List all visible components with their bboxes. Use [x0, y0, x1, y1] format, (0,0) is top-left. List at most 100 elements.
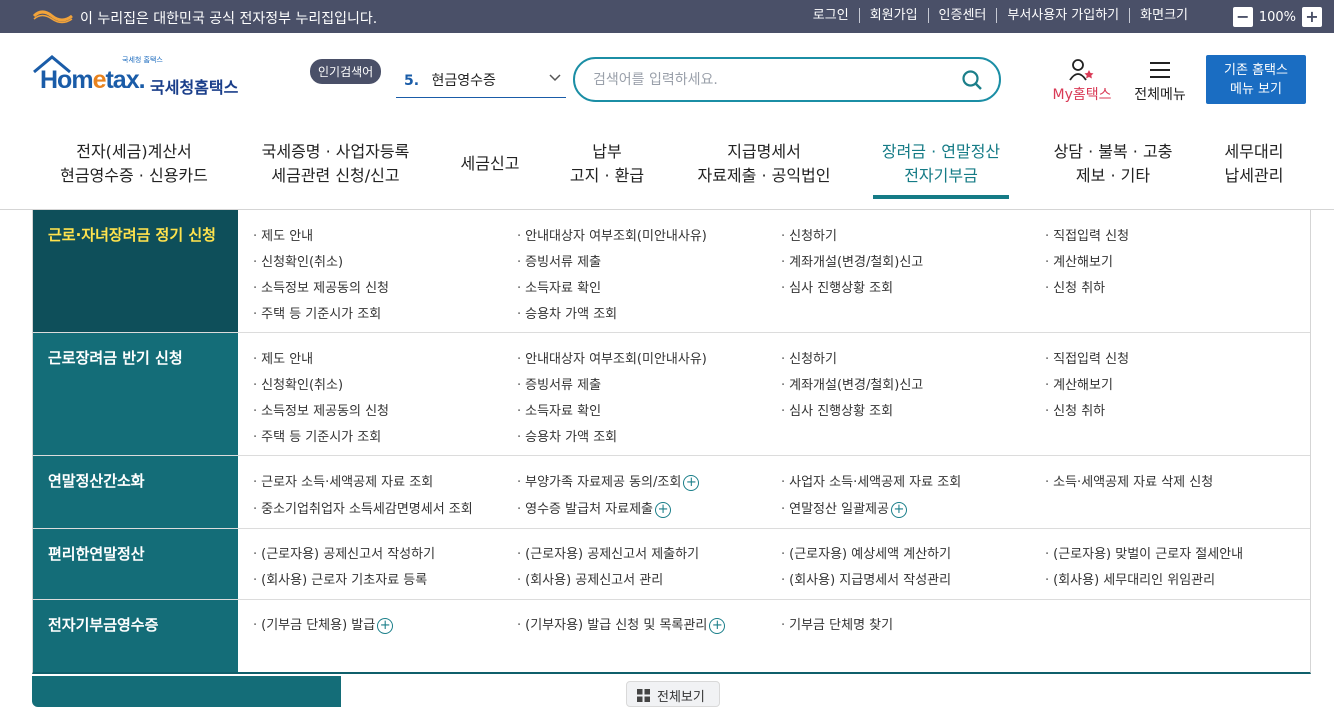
menu-link[interactable]: 직접입력 신청 — [1045, 348, 1129, 367]
menu-link[interactable]: 소득정보 제공동의 신청 — [253, 277, 389, 296]
menu-row-title[interactable]: 근로·자녀장려금 정기 신청 — [33, 210, 238, 332]
zoom-out-button[interactable]: − — [1232, 7, 1253, 27]
menu-link[interactable]: (기부자용) 발급 신청 및 목록관리+ — [517, 614, 726, 634]
menu-link[interactable]: 연말정산 일괄제공+ — [781, 498, 907, 518]
view-all-button[interactable]: 전체보기 — [626, 681, 720, 707]
menu-link[interactable]: 심사 진행상황 조회 — [781, 400, 893, 419]
logo-wordmark: Hometax. — [40, 66, 146, 95]
zoom-level: 100% — [1258, 9, 1296, 25]
menu-link[interactable]: 근로자 소득·세액공제 자료 조회 — [253, 471, 433, 490]
dept-user-signup-link[interactable]: 부서사용자 가입하기 — [996, 8, 1129, 23]
menu-link[interactable]: 중소기업취업자 소득세감면명세서 조회 — [253, 498, 473, 517]
my-hometax-button[interactable]: My홈택스 — [1046, 58, 1118, 104]
menu-link[interactable]: 기부금 단체명 찾기 — [781, 614, 893, 633]
menu-link[interactable]: 영수증 발급처 자료제출+ — [517, 498, 672, 518]
zoom-in-button[interactable]: + — [1302, 7, 1322, 27]
plus-circle-icon[interactable]: + — [655, 501, 672, 518]
menu-link[interactable]: (근로자용) 공제신고서 작성하기 — [253, 543, 435, 562]
view-all-label: 전체보기 — [657, 690, 705, 705]
menu-link[interactable]: (근로자용) 예상세액 계산하기 — [781, 543, 951, 562]
menu-link[interactable]: 사업자 소득·세액공제 자료 조회 — [781, 471, 961, 490]
main-nav: 전자(세금)계산서 현금영수증 · 신용카드 국세증명 · 사업자등록 세금관련… — [0, 130, 1334, 210]
menu-link[interactable]: 소득·세액공제 자료 삭제 신청 — [1045, 471, 1213, 490]
eg-logo-icon — [32, 10, 73, 24]
legacy-menu-button[interactable]: 기존 홈택스 메뉴 보기 — [1206, 55, 1306, 104]
menu-link[interactable]: 신청 취하 — [1045, 277, 1105, 296]
menu-link[interactable]: 승용차 가액 조회 — [517, 303, 617, 322]
menu-link[interactable]: 주택 등 기준시가 조회 — [253, 426, 381, 445]
menu-link[interactable]: 주택 등 기준시가 조회 — [253, 303, 381, 322]
menu-link[interactable]: (근로자용) 맞벌이 근로자 절세안내 — [1045, 543, 1243, 562]
signup-link[interactable]: 회원가입 — [858, 8, 928, 23]
menu-link[interactable]: 신청확인(취소) — [253, 374, 343, 393]
menu-link[interactable]: 신청하기 — [781, 225, 837, 244]
user-icon — [1069, 59, 1094, 81]
menu-link[interactable]: 신청하기 — [781, 348, 837, 367]
legacy-line1: 기존 홈택스 — [1224, 63, 1288, 78]
menu-link[interactable]: (회사용) 세무대리인 위임관리 — [1045, 569, 1215, 588]
menu-link[interactable]: 계좌개설(변경/철회)신고 — [781, 251, 923, 270]
popular-search-badge: 인기검색어 — [310, 59, 382, 84]
nav-label: 세무대리 — [1224, 142, 1284, 161]
nav-label: 납부 — [592, 142, 622, 161]
search-input[interactable] — [593, 69, 953, 91]
nav-incentives[interactable]: 장려금 · 연말정산 전자기부금 — [873, 140, 1009, 188]
menu-link[interactable]: 안내대상자 여부조회(미안내사유) — [517, 225, 707, 244]
my-hometax-label: My홈택스 — [1052, 87, 1112, 103]
menu-row-title[interactable]: 편리한연말정산 — [33, 529, 238, 599]
menu-row-title[interactable]: 연말정산간소화 — [33, 456, 238, 528]
nav-payment-statement[interactable]: 지급명세서 자료제출 · 공익법인 — [686, 140, 842, 188]
popular-rank: 5. — [404, 73, 420, 89]
menu-link[interactable]: (회사용) 공제신고서 관리 — [517, 569, 663, 588]
menu-link[interactable]: (회사용) 지급명세서 작성관리 — [781, 569, 951, 588]
hometax-logo[interactable]: 국세청 홈택스 Hometax. 국세청홈택스 — [32, 52, 252, 102]
menu-link[interactable]: 신청확인(취소) — [253, 251, 343, 270]
login-link[interactable]: 로그인 — [803, 8, 859, 23]
menu-link[interactable]: 신청 취하 — [1045, 400, 1105, 419]
menu-link[interactable]: 소득정보 제공동의 신청 — [253, 400, 389, 419]
screen-size-label: 화면크기 — [1129, 8, 1198, 23]
cert-center-link[interactable]: 인증센터 — [927, 8, 997, 23]
nav-tax-agent[interactable]: 세무대리 납세관리 — [1212, 140, 1296, 188]
menu-link[interactable]: 계산해보기 — [1045, 374, 1113, 393]
search-icon[interactable] — [961, 69, 983, 91]
menu-link[interactable]: 안내대상자 여부조회(미안내사유) — [517, 348, 707, 367]
menu-link[interactable]: 계산해보기 — [1045, 251, 1113, 270]
menu-row-title[interactable]: 근로장려금 반기 신청 — [33, 333, 238, 455]
menu-row-eitc-half: 근로장려금 반기 신청 제도 안내 안내대상자 여부조회(미안내사유) 신청하기… — [33, 333, 1310, 456]
menu-link[interactable]: 소득자료 확인 — [517, 277, 601, 296]
menu-link[interactable]: 제도 안내 — [253, 225, 313, 244]
nav-label: 현금영수증 · 신용카드 — [60, 166, 208, 185]
popular-search-select[interactable]: 5. 현금영수증 — [396, 66, 566, 98]
menu-link[interactable]: 부양가족 자료제공 동의/조회+ — [517, 471, 700, 491]
menu-link[interactable]: 소득자료 확인 — [517, 400, 601, 419]
logo-tagline: 국세청 홈택스 — [122, 56, 163, 64]
menu-link[interactable]: 제도 안내 — [253, 348, 313, 367]
grid-icon — [637, 689, 650, 702]
menu-link-text: 부양가족 자료제공 동의/조회 — [525, 475, 682, 490]
nav-e-invoice[interactable]: 전자(세금)계산서 현금영수증 · 신용카드 — [54, 140, 214, 188]
nav-consulting[interactable]: 상담 · 불복 · 고충 제보 · 기타 — [1043, 140, 1183, 188]
plus-circle-icon[interactable]: + — [890, 501, 907, 518]
plus-circle-icon[interactable]: + — [377, 617, 394, 634]
menu-row-title[interactable]: 전자기부금영수증 — [33, 600, 238, 672]
menu-link-text: 연말정산 일괄제공 — [789, 502, 889, 517]
nav-tax-return[interactable]: 세금신고 — [452, 152, 528, 176]
menu-link[interactable]: 증빙서류 제출 — [517, 374, 601, 393]
gov-notice: 이 누리집은 대한민국 공식 전자정부 누리집입니다. — [80, 11, 378, 27]
menu-link[interactable]: (기부금 단체용) 발급+ — [253, 614, 394, 634]
nav-payment[interactable]: 납부 고지 · 환급 — [560, 140, 654, 188]
all-menu-button[interactable]: 전체메뉴 — [1128, 58, 1192, 104]
nav-certificates[interactable]: 국세증명 · 사업자등록 세금관련 신청/신고 — [248, 140, 423, 188]
menu-link[interactable]: (회사용) 근로자 기초자료 등록 — [253, 569, 427, 588]
menu-link[interactable]: 증빙서류 제출 — [517, 251, 601, 270]
menu-link[interactable]: 심사 진행상황 조회 — [781, 277, 893, 296]
menu-link-text: (기부자용) 발급 신청 및 목록관리 — [525, 618, 708, 633]
menu-link[interactable]: 승용차 가액 조회 — [517, 426, 617, 445]
plus-circle-icon[interactable]: + — [709, 617, 726, 634]
menu-link[interactable]: 직접입력 신청 — [1045, 225, 1129, 244]
menu-row-year-end-simplified: 연말정산간소화 근로자 소득·세액공제 자료 조회 부양가족 자료제공 동의/조… — [33, 456, 1310, 529]
plus-circle-icon[interactable]: + — [683, 474, 700, 491]
menu-link[interactable]: 계좌개설(변경/철회)신고 — [781, 374, 923, 393]
menu-link[interactable]: (근로자용) 공제신고서 제출하기 — [517, 543, 699, 562]
